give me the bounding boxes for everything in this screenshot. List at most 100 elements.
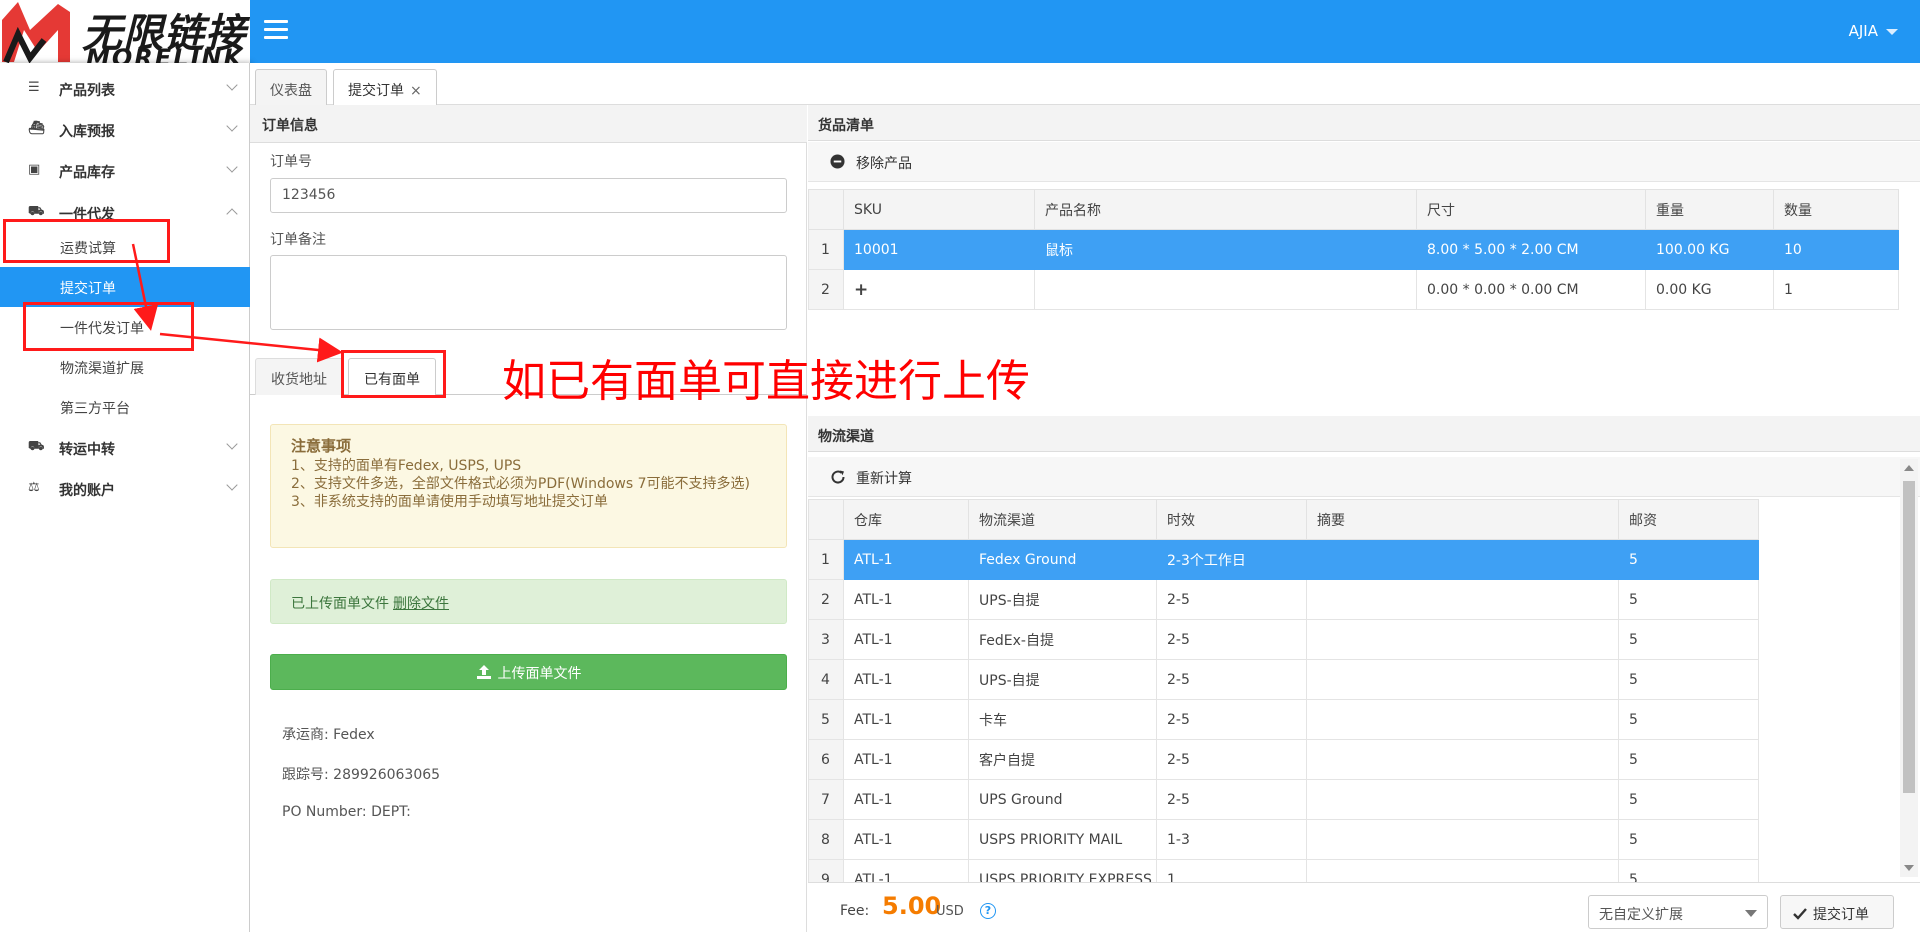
channel-cell[interactable]: UPS-自提 bbox=[968, 659, 1157, 700]
logo[interactable]: 无限链接 MORELINK bbox=[0, 0, 250, 63]
summary-cell[interactable] bbox=[1306, 619, 1619, 660]
summary-cell[interactable] bbox=[1306, 739, 1619, 780]
sidebar-item-product-list[interactable]: ☰ 产品列表 bbox=[0, 69, 250, 109]
channel-cell[interactable]: FedEx-自提 bbox=[968, 619, 1157, 660]
submit-order-button[interactable]: 提交订单 bbox=[1780, 895, 1894, 929]
table-row[interactable]: 3 ATL-1 FedEx-自提 2-5 5 bbox=[808, 619, 1759, 660]
table-row[interactable]: 2 ATL-1 UPS-自提 2-5 5 bbox=[808, 579, 1759, 620]
column-header: 数量 bbox=[1773, 189, 1899, 230]
summary-cell[interactable] bbox=[1306, 539, 1619, 580]
summary-cell[interactable] bbox=[1306, 819, 1619, 860]
transit-time-cell[interactable]: 2-5 bbox=[1156, 779, 1307, 820]
column-header: 邮资 bbox=[1618, 499, 1759, 540]
table-row[interactable]: 1 10001 鼠标 8.00 * 5.00 * 2.00 CM 100.00 … bbox=[808, 229, 1899, 270]
qty-cell[interactable]: 1 bbox=[1773, 269, 1899, 310]
minus-circle-icon bbox=[830, 154, 845, 169]
delete-file-link[interactable]: 删除文件 bbox=[393, 596, 449, 612]
table-row[interactable]: 1 ATL-1 Fedex Ground 2-3个工作日 5 bbox=[808, 539, 1759, 580]
postage-cell[interactable]: 5 bbox=[1618, 619, 1759, 660]
warehouse-cell[interactable]: ATL-1 bbox=[843, 699, 969, 740]
sku-cell[interactable]: 10001 bbox=[843, 229, 1035, 270]
add-product-icon[interactable]: + bbox=[843, 269, 1035, 310]
weight-cell[interactable]: 0.00 KG bbox=[1645, 269, 1774, 310]
postage-cell[interactable]: 5 bbox=[1618, 659, 1759, 700]
summary-cell[interactable] bbox=[1306, 659, 1619, 700]
sidebar-item-account[interactable]: ⚖ 我的账户 bbox=[0, 469, 250, 509]
recalculate-button[interactable]: 重新计算 bbox=[856, 468, 912, 488]
transit-time-cell[interactable]: 2-5 bbox=[1156, 699, 1307, 740]
row-number: 1 bbox=[808, 539, 844, 580]
warehouse-cell[interactable]: ATL-1 bbox=[843, 819, 969, 860]
scroll-up-icon[interactable] bbox=[1904, 465, 1914, 471]
row-number: 6 bbox=[808, 739, 844, 780]
menu-toggle-icon[interactable] bbox=[264, 20, 288, 42]
transit-time-cell[interactable]: 2-5 bbox=[1156, 619, 1307, 660]
user-menu[interactable]: AJIA bbox=[1849, 22, 1898, 40]
warehouse-cell[interactable]: ATL-1 bbox=[843, 779, 969, 820]
size-cell[interactable]: 8.00 * 5.00 * 2.00 CM bbox=[1416, 229, 1646, 270]
scrollbar-thumb[interactable] bbox=[1903, 481, 1915, 793]
warehouse-cell[interactable]: ATL-1 bbox=[843, 579, 969, 620]
sidebar-item-inventory[interactable]: ▣ 产品库存 bbox=[0, 151, 250, 191]
channel-cell[interactable]: UPS-自提 bbox=[968, 579, 1157, 620]
order-remark-textarea[interactable] bbox=[270, 255, 787, 330]
transit-time-cell[interactable]: 2-3个工作日 bbox=[1156, 539, 1307, 580]
postage-cell[interactable]: 5 bbox=[1618, 739, 1759, 780]
tab-address[interactable]: 收货地址 bbox=[255, 358, 343, 395]
postage-cell[interactable]: 5 bbox=[1618, 539, 1759, 580]
table-row[interactable]: 2 + 0.00 * 0.00 * 0.00 CM 0.00 KG 1 bbox=[808, 269, 1899, 310]
tab-dashboard[interactable]: 仪表盘 bbox=[255, 69, 327, 105]
warehouse-cell[interactable]: ATL-1 bbox=[843, 619, 969, 660]
postage-cell[interactable]: 5 bbox=[1618, 819, 1759, 860]
column-header: SKU bbox=[843, 189, 1035, 230]
logo-mark-icon bbox=[2, 2, 70, 63]
table-row[interactable]: 4 ATL-1 UPS-自提 2-5 5 bbox=[808, 659, 1759, 700]
transit-time-cell[interactable]: 2-5 bbox=[1156, 579, 1307, 620]
sidebar-subitem-third-party[interactable]: 第三方平台 bbox=[0, 387, 250, 427]
scroll-down-icon[interactable] bbox=[1904, 865, 1914, 871]
table-row[interactable]: 6 ATL-1 客户自提 2-5 5 bbox=[808, 739, 1759, 780]
sidebar-item-inbound[interactable]: ⛴ 入库预报 bbox=[0, 110, 250, 150]
postage-cell[interactable]: 5 bbox=[1618, 579, 1759, 620]
product-name-cell[interactable] bbox=[1034, 269, 1417, 310]
tab-label: 提交订单 bbox=[348, 83, 404, 99]
postage-cell[interactable]: 5 bbox=[1618, 779, 1759, 820]
sidebar-item-transfer[interactable]: ⛟ 转运中转 bbox=[0, 428, 250, 468]
warehouse-cell[interactable]: ATL-1 bbox=[843, 539, 969, 580]
remove-product-button[interactable]: 移除产品 bbox=[856, 153, 912, 173]
channel-cell[interactable]: USPS PRIORITY MAIL bbox=[968, 819, 1157, 860]
column-header: 摘要 bbox=[1306, 499, 1619, 540]
channel-cell[interactable]: 客户自提 bbox=[968, 739, 1157, 780]
tab-submit-order[interactable]: 提交订单 × bbox=[333, 69, 437, 105]
postage-cell[interactable]: 5 bbox=[1618, 699, 1759, 740]
submit-label: 提交订单 bbox=[1813, 907, 1869, 923]
weight-cell[interactable]: 100.00 KG bbox=[1645, 229, 1774, 270]
table-row[interactable]: 8 ATL-1 USPS PRIORITY MAIL 1-3 5 bbox=[808, 819, 1759, 860]
help-icon[interactable]: ? bbox=[980, 903, 996, 919]
logistics-scrollbar[interactable] bbox=[1900, 459, 1918, 877]
table-row[interactable]: 7 ATL-1 UPS Ground 2-5 5 bbox=[808, 779, 1759, 820]
transit-time-cell[interactable]: 2-5 bbox=[1156, 659, 1307, 700]
close-icon[interactable]: × bbox=[410, 83, 422, 99]
transit-time-cell[interactable]: 1-3 bbox=[1156, 819, 1307, 860]
product-name-cell[interactable]: 鼠标 bbox=[1034, 229, 1417, 270]
channel-cell[interactable]: 卡车 bbox=[968, 699, 1157, 740]
logo-text-en: MORELINK bbox=[86, 44, 245, 63]
summary-cell[interactable] bbox=[1306, 779, 1619, 820]
warehouse-cell[interactable]: ATL-1 bbox=[843, 659, 969, 700]
table-row[interactable]: 5 ATL-1 卡车 2-5 5 bbox=[808, 699, 1759, 740]
summary-cell[interactable] bbox=[1306, 579, 1619, 620]
upload-label-button[interactable]: 上传面单文件 bbox=[270, 654, 787, 690]
sidebar-subitem-channel-extension[interactable]: 物流渠道扩展 bbox=[0, 347, 250, 387]
size-cell[interactable]: 0.00 * 0.00 * 0.00 CM bbox=[1416, 269, 1646, 310]
order-no-input[interactable]: 123456 bbox=[270, 178, 787, 213]
channel-cell[interactable]: UPS Ground bbox=[968, 779, 1157, 820]
warehouse-cell[interactable]: ATL-1 bbox=[843, 739, 969, 780]
goods-title: 货品清单 bbox=[808, 105, 1920, 141]
transit-time-cell[interactable]: 2-5 bbox=[1156, 739, 1307, 780]
summary-cell[interactable] bbox=[1306, 699, 1619, 740]
channel-cell[interactable]: Fedex Ground bbox=[968, 539, 1157, 580]
qty-cell[interactable]: 10 bbox=[1773, 229, 1899, 270]
extension-select[interactable]: 无自定义扩展 bbox=[1588, 895, 1768, 929]
sidebar-subitem-submit-order[interactable]: 提交订单 bbox=[0, 267, 250, 307]
